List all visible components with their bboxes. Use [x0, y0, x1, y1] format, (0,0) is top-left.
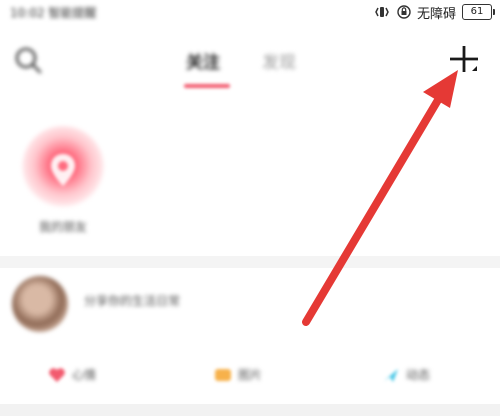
- accessibility-text: 无障碍: [416, 6, 456, 22]
- sound-vibrate-icon: [375, 7, 389, 17]
- bottom-band: [0, 404, 500, 416]
- battery-indicator: 61: [462, 4, 495, 20]
- story-label: 我的朋友: [38, 220, 87, 234]
- image-icon: [215, 368, 231, 381]
- post-button[interactable]: 动态: [382, 366, 430, 383]
- story-item[interactable]: 我的朋友: [18, 122, 108, 240]
- add-icon[interactable]: [444, 40, 484, 80]
- section-divider: [0, 256, 500, 268]
- mood-label: 心情: [72, 368, 97, 382]
- post-label: 动态: [406, 368, 431, 382]
- lock-icon: [397, 5, 411, 19]
- location-pin-icon: [51, 154, 75, 186]
- status-right-group: 无障碍 61: [373, 3, 495, 22]
- tab-discover[interactable]: 发现: [262, 48, 296, 73]
- image-label: 图片: [238, 368, 263, 382]
- feed-composer[interactable]: 分享你的生活日常: [0, 270, 500, 340]
- search-icon[interactable]: [10, 42, 46, 78]
- composer-prompt[interactable]: 分享你的生活日常: [84, 292, 180, 309]
- composer-actions: 心情 图片 动态: [0, 356, 500, 396]
- mood-button[interactable]: 心情: [48, 366, 96, 383]
- heart-icon: [49, 367, 65, 382]
- top-nav: 关注 发现: [0, 28, 500, 98]
- status-bar: 10:02 智能提醒 无障碍 61: [0, 0, 500, 24]
- send-icon: [384, 368, 398, 382]
- status-time-carrier: 10:02 智能提醒: [10, 6, 97, 20]
- tab-follow[interactable]: 关注: [186, 48, 220, 73]
- user-avatar[interactable]: [12, 276, 68, 332]
- active-tab-indicator: [184, 84, 230, 88]
- image-button[interactable]: 图片: [214, 366, 262, 383]
